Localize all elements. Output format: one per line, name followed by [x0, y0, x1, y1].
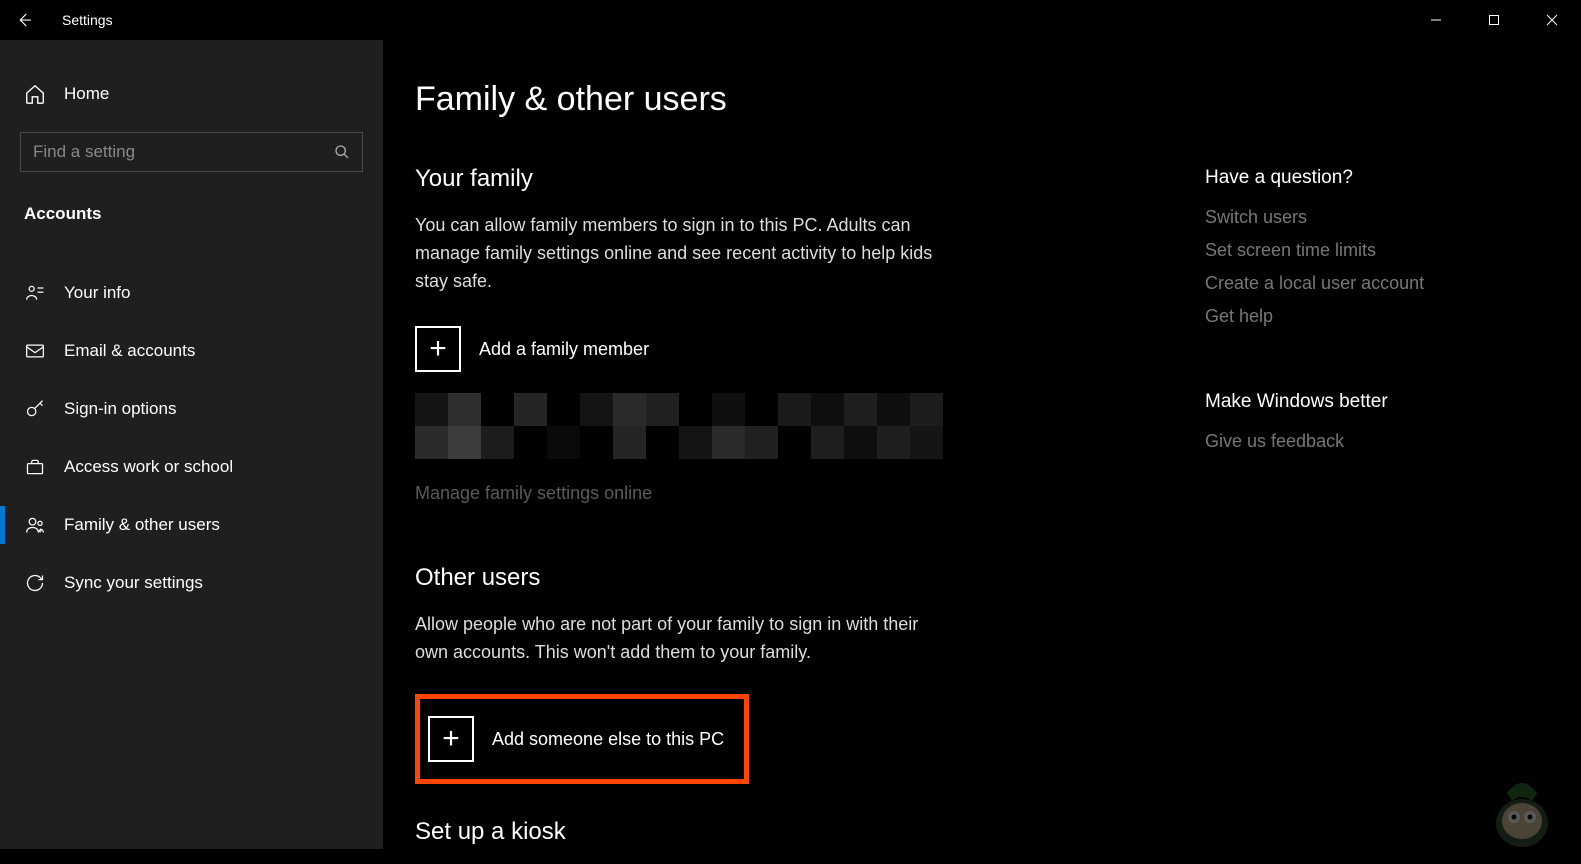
sync-icon	[24, 572, 46, 594]
sidebar-item-label: Your info	[64, 283, 130, 303]
briefcase-icon	[24, 456, 46, 478]
other-users-description: Allow people who are not part of your fa…	[415, 610, 955, 666]
sidebar-item-label: Email & accounts	[64, 341, 195, 361]
add-other-user-button[interactable]: + Add someone else to this PC	[428, 713, 744, 765]
user-badge-icon	[24, 282, 46, 304]
plus-icon: +	[415, 326, 461, 372]
search-input[interactable]	[33, 142, 334, 162]
highlight-annotation: + Add someone else to this PC	[415, 694, 749, 784]
plus-icon: +	[428, 716, 474, 762]
question-heading: Have a question?	[1205, 167, 1535, 189]
main-content: Family & other users Your family You can…	[383, 40, 1581, 849]
sidebar-item-label: Sign-in options	[64, 399, 176, 419]
sidebar-item-access-work-school[interactable]: Access work or school	[0, 438, 383, 496]
other-users-heading: Other users	[415, 564, 1155, 592]
close-icon	[1546, 14, 1558, 26]
close-button[interactable]	[1523, 0, 1581, 40]
family-description: You can allow family members to sign in …	[415, 211, 955, 295]
content-left: Your family You can allow family members…	[415, 165, 1155, 864]
help-link-switch-users[interactable]: Switch users	[1205, 207, 1535, 228]
manage-family-settings-link[interactable]: Manage family settings online	[415, 483, 1155, 504]
feedback-heading: Make Windows better	[1205, 391, 1535, 413]
sidebar-item-your-info[interactable]: Your info	[0, 264, 383, 322]
search-input-wrap[interactable]	[20, 132, 363, 172]
help-link-get-help[interactable]: Get help	[1205, 306, 1535, 327]
key-icon	[24, 398, 46, 420]
content-right: Have a question? Switch users Set screen…	[1205, 165, 1535, 864]
help-link-screen-time[interactable]: Set screen time limits	[1205, 240, 1535, 261]
help-link-create-local-user[interactable]: Create a local user account	[1205, 273, 1535, 294]
titlebar-left: Settings	[0, 0, 113, 40]
mail-icon	[24, 340, 46, 362]
sidebar-item-sync-settings[interactable]: Sync your settings	[0, 554, 383, 612]
add-family-member-button[interactable]: + Add a family member	[415, 323, 1155, 375]
sidebar-item-label: Family & other users	[64, 515, 220, 535]
sidebar-home[interactable]: Home	[0, 70, 383, 118]
family-heading: Your family	[415, 165, 1155, 193]
window-titlebar: Settings	[0, 0, 1581, 40]
back-arrow-icon	[15, 11, 33, 29]
minimize-icon	[1430, 14, 1442, 26]
feedback-link[interactable]: Give us feedback	[1205, 431, 1535, 452]
watermark-mascot-icon	[1477, 773, 1567, 853]
sidebar-item-family-other-users[interactable]: Family & other users	[0, 496, 383, 554]
titlebar-right	[1407, 0, 1581, 40]
window-title: Settings	[62, 12, 113, 28]
kiosk-heading: Set up a kiosk	[415, 818, 1155, 846]
sidebar-list: Your info Email & accounts Sign-in optio…	[0, 264, 383, 612]
family-icon	[24, 514, 46, 536]
add-family-label: Add a family member	[479, 339, 649, 360]
sidebar-item-email-accounts[interactable]: Email & accounts	[0, 322, 383, 380]
add-other-label: Add someone else to this PC	[492, 729, 724, 750]
search-icon	[334, 144, 350, 160]
page-title: Family & other users	[415, 80, 1581, 119]
minimize-button[interactable]	[1407, 0, 1465, 40]
sidebar-item-label: Access work or school	[64, 457, 233, 477]
redacted-family-member	[415, 393, 955, 459]
maximize-button[interactable]	[1465, 0, 1523, 40]
back-button[interactable]	[0, 0, 48, 40]
sidebar-item-signin-options[interactable]: Sign-in options	[0, 380, 383, 438]
home-icon	[24, 83, 46, 105]
sidebar: Home Accounts Your info Email & accounts	[0, 40, 383, 849]
sidebar-section-label: Accounts	[0, 192, 383, 244]
sidebar-item-label: Sync your settings	[64, 573, 203, 593]
maximize-icon	[1488, 14, 1500, 26]
sidebar-home-label: Home	[64, 84, 109, 104]
